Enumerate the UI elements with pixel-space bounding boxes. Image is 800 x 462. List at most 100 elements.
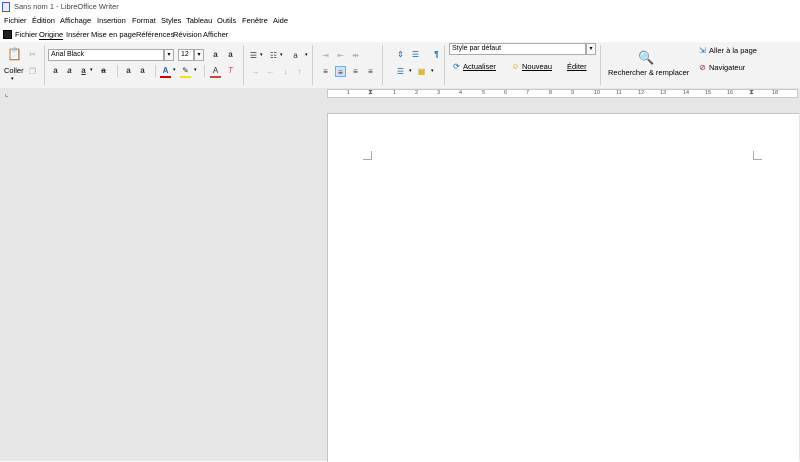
tab-mise-en-page[interactable]: Mise en page — [91, 30, 136, 39]
paragraph-bg-icon[interactable]: ▦ — [416, 66, 427, 77]
find-replace-button[interactable]: Rechercher & remplacer — [608, 68, 689, 77]
paragraph-bg-dropdown-icon[interactable]: ▾ — [431, 68, 434, 74]
highlight-dropdown-icon[interactable]: ▾ — [194, 67, 197, 73]
numbering-icon[interactable]: ☷ — [268, 50, 279, 61]
ruler-number: 2 — [415, 90, 419, 96]
tab-references[interactable]: Références — [136, 30, 174, 39]
horizontal-ruler[interactable]: 1 ⧗ 1 2 3 4 5 6 7 8 9 10 11 12 13 14 15 … — [327, 89, 798, 98]
ruler-number: 18 — [772, 90, 779, 96]
grow-font-icon[interactable]: a — [210, 49, 221, 60]
char-background-icon[interactable]: A — [210, 65, 221, 78]
ruler-number: 1 — [347, 90, 351, 96]
edit-style-button[interactable]: Éditer — [567, 62, 587, 71]
bullets-icon[interactable]: ☰ — [248, 50, 259, 61]
goto-page-button[interactable]: Aller à la page — [709, 46, 757, 55]
decrease-indent-icon[interactable]: ⇤ — [335, 50, 346, 61]
increase-indent-icon[interactable]: ⇥ — [320, 50, 331, 61]
new-style-button[interactable]: Nouveau — [522, 62, 552, 71]
menu-affichage[interactable]: Affichage — [60, 16, 91, 25]
tab-revision[interactable]: Révision — [173, 30, 202, 39]
demote-icon[interactable]: ← — [265, 66, 276, 77]
ruler-number: 16 — [727, 90, 734, 96]
italic-icon[interactable]: a — [64, 65, 75, 76]
outline-dropdown-icon[interactable]: ▾ — [305, 52, 308, 58]
new-style-icon[interactable]: ☺ — [510, 61, 521, 72]
ruler-number: 6 — [504, 90, 508, 96]
bullets-dropdown-icon[interactable]: ▾ — [260, 52, 263, 58]
paragraph-style-dropdown-icon[interactable]: ▾ — [586, 43, 596, 55]
highlight-icon[interactable]: ✎ — [180, 65, 191, 78]
align-left-icon[interactable]: ≡ — [320, 66, 331, 77]
find-replace-icon[interactable]: 🔍 — [638, 50, 654, 66]
ruler-number: 13 — [660, 90, 667, 96]
tab-bar: Fichier Origine Insérer Mise en page Réf… — [0, 28, 800, 43]
window-title: Sans nom 1 - LibreOffice Writer — [14, 2, 119, 11]
paragraph-spacing-icon[interactable]: ⇕ — [395, 49, 406, 60]
align-center-icon[interactable]: ≡ — [335, 66, 346, 77]
align-right-icon[interactable]: ≡ — [350, 66, 361, 77]
paragraph-style-field[interactable]: Style par défaut — [449, 43, 586, 55]
ruler-number: 7 — [526, 90, 530, 96]
right-indent-marker-icon[interactable]: ⧗ — [749, 89, 754, 97]
font-size-field[interactable]: 12 — [178, 49, 194, 61]
formatting-marks-icon[interactable]: ¶ — [431, 49, 442, 60]
font-name-field[interactable]: Arial Black — [48, 49, 164, 61]
ruler-number: 4 — [459, 90, 463, 96]
tab-stop-icon[interactable]: ⌞ — [5, 90, 8, 98]
ruler-number: 9 — [571, 90, 575, 96]
menu-fenetre[interactable]: Fenêtre — [242, 16, 268, 25]
document-page[interactable] — [327, 113, 799, 462]
separator — [382, 45, 383, 85]
menu-styles[interactable]: Styles — [161, 16, 181, 25]
ribbon: 📋 ✂ ❐ Coller ▾ Arial Black ▾ 12 ▾ a a a … — [0, 42, 800, 89]
ruler-number: 14 — [683, 90, 690, 96]
menu-aide[interactable]: Aide — [273, 16, 288, 25]
navigator-icon[interactable]: ⊘ — [697, 62, 708, 73]
cut-icon[interactable]: ✂ — [27, 49, 38, 60]
tab-afficher[interactable]: Afficher — [203, 30, 228, 39]
menu-tableau[interactable]: Tableau — [186, 16, 212, 25]
update-style-icon[interactable]: ⟳ — [451, 61, 462, 72]
move-up-icon[interactable]: ↑ — [294, 66, 305, 77]
underline-icon[interactable]: a — [78, 65, 89, 76]
paste-dropdown-icon[interactable]: ▾ — [11, 76, 14, 82]
underline-dropdown-icon[interactable]: ▾ — [90, 67, 93, 73]
promote-icon[interactable]: → — [250, 66, 261, 77]
shrink-font-icon[interactable]: a — [225, 49, 236, 60]
font-name-dropdown-icon[interactable]: ▾ — [164, 49, 174, 61]
strikethrough-icon[interactable]: a — [98, 65, 109, 76]
tab-fichier[interactable]: Fichier — [15, 30, 38, 39]
numbering-dropdown-icon[interactable]: ▾ — [280, 52, 283, 58]
notebookbar-menu-icon[interactable] — [3, 30, 12, 39]
clear-formatting-icon[interactable]: T — [225, 65, 236, 76]
hanging-indent-icon[interactable]: ⇹ — [350, 50, 361, 61]
tab-inserer[interactable]: Insérer — [66, 30, 89, 39]
update-style-button[interactable]: Actualiser — [463, 62, 496, 71]
line-spacing-icon[interactable]: ☰ — [410, 49, 421, 60]
line-spacing-dropdown-icon[interactable]: ▾ — [409, 68, 412, 74]
line-spacing-menu-icon[interactable]: ☰ — [395, 66, 406, 77]
font-size-dropdown-icon[interactable]: ▾ — [194, 49, 204, 61]
left-indent-marker-icon[interactable]: ⧗ — [368, 89, 373, 97]
navigator-button[interactable]: Navigateur — [709, 63, 745, 72]
menu-edition[interactable]: Édition — [32, 16, 55, 25]
shadow-icon[interactable]: a — [123, 65, 134, 76]
tab-origine[interactable]: Origine — [39, 30, 64, 40]
goto-page-icon[interactable]: ⇲ — [697, 45, 708, 56]
font-color-dropdown-icon[interactable]: ▾ — [173, 67, 176, 73]
bold-icon[interactable]: a — [50, 65, 61, 76]
menu-insertion[interactable]: Insertion — [97, 16, 126, 25]
outline-icon[interactable]: a — [137, 65, 148, 76]
paste-button[interactable]: Coller — [4, 66, 24, 75]
ruler-number: 3 — [437, 90, 441, 96]
outline-list-icon[interactable]: a — [290, 50, 301, 61]
copy-icon[interactable]: ❐ — [27, 66, 38, 77]
move-down-icon[interactable]: ↓ — [280, 66, 291, 77]
menu-bar: Fichier Édition Affichage Insertion Form… — [0, 14, 800, 28]
paste-icon[interactable]: 📋 — [7, 47, 22, 61]
menu-outils[interactable]: Outils — [217, 16, 236, 25]
font-color-icon[interactable]: A — [160, 65, 171, 78]
menu-format[interactable]: Format — [132, 16, 156, 25]
justify-icon[interactable]: ≡ — [365, 66, 376, 77]
menu-fichier[interactable]: Fichier — [4, 16, 27, 25]
